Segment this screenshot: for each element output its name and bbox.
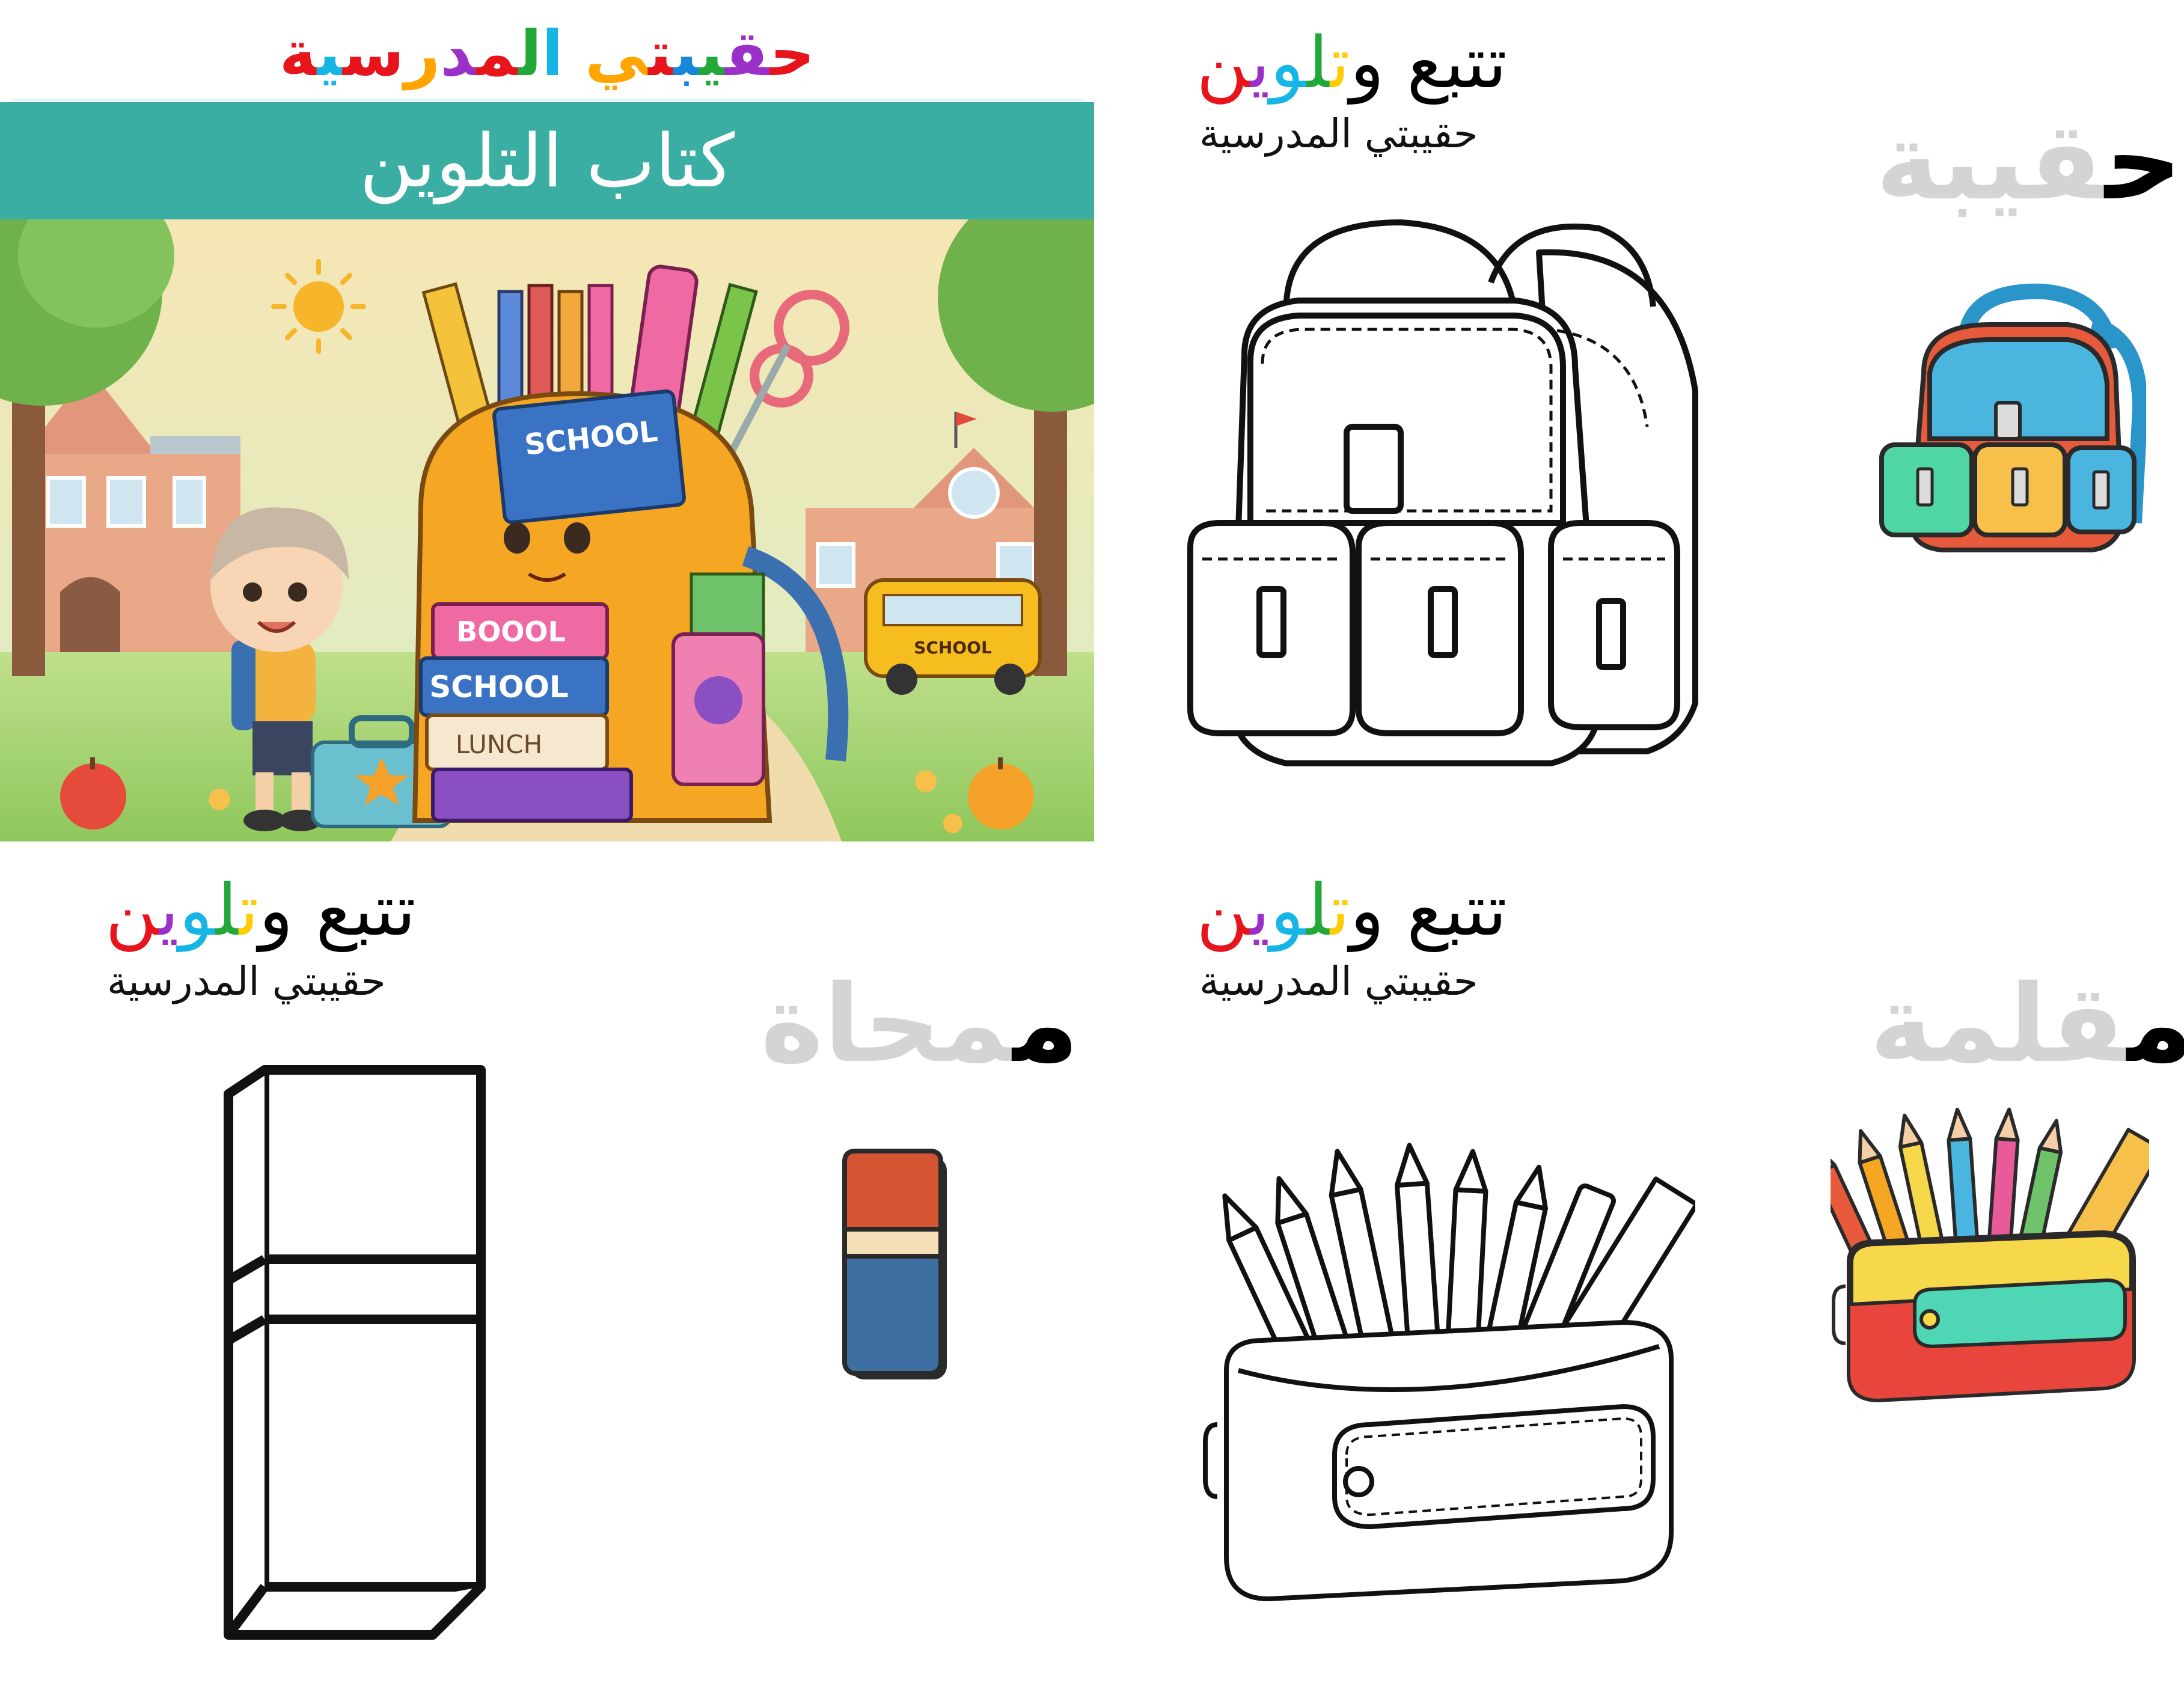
book-label-3: LUNCH: [456, 730, 542, 759]
heading-part: و: [1270, 21, 1307, 104]
trace-word-bag-rest: قيبة: [1876, 99, 2105, 224]
heading-part: و: [1270, 869, 1307, 951]
eraser-colored-icon: [842, 1149, 947, 1379]
pencil-case-colored-icon: [1831, 1107, 2149, 1402]
heading-part: ت: [1330, 869, 1350, 951]
heading-part: ي: [1250, 21, 1270, 104]
cover-title-letter: ب: [673, 17, 700, 90]
cover-title-letter: ا: [542, 17, 563, 90]
heading-part: ت: [1330, 21, 1350, 104]
cover-title-letter: ت: [648, 17, 674, 90]
heading-part: و: [179, 869, 216, 951]
eraser-outline: [224, 1065, 486, 1640]
heading-part: و: [258, 869, 316, 951]
bus-label: SCHOOL: [914, 638, 992, 658]
cover-illustration: SCHOOL SCHOOL BOOOL SCHOOL LUNCH: [0, 219, 1094, 841]
heading-part: ن: [105, 869, 159, 951]
trace-word-bag: حقيبة: [1876, 108, 2182, 215]
cover-title-letter: ي: [317, 17, 343, 90]
heading-part: ن: [1196, 21, 1250, 104]
heading-part: ل: [1306, 869, 1330, 951]
backpack-outline: [1187, 219, 1698, 766]
cover-title-letter: د: [440, 17, 477, 90]
trace-word-eraser-rest: محاة: [760, 962, 1013, 1086]
trace-word-pencil-case: مقلمة: [1870, 971, 2184, 1078]
trace-word-pencil-case-first-letter: م: [2127, 962, 2184, 1086]
heading-part: تتبع: [1407, 21, 1507, 104]
heading-part: ل: [1306, 21, 1330, 104]
cover-title-letter: م: [476, 17, 519, 90]
cover-title-letter: ق: [724, 17, 770, 90]
cover-title-letter: ر: [404, 17, 441, 90]
heading-part: تتبع: [1407, 869, 1507, 951]
pencil-case-outline: [1203, 1143, 1695, 1601]
cover-title-letter: [563, 17, 585, 90]
book-label-2: SCHOOL: [429, 670, 568, 704]
heading-part: ل: [215, 869, 239, 951]
worksheet-eraser-heading: تتبع وتلوين: [105, 875, 416, 945]
books-stack: BOOOL SCHOOL LUNCH: [419, 602, 633, 822]
trace-word-eraser-first-letter: م: [1012, 962, 1079, 1086]
cover-title-letter: ي: [699, 17, 725, 90]
heading-part: و: [1350, 869, 1407, 951]
worksheet-pencil-case-heading: تتبع وتلوين: [1196, 875, 1507, 945]
heading-part: ن: [1196, 869, 1250, 951]
book-label-1: BOOOL: [456, 615, 566, 648]
worksheet-bag-heading: تتبع وتلوين: [1196, 27, 1507, 98]
trace-word-pencil-case-rest: قلمة: [1870, 962, 2127, 1086]
cover-subtitle: كتاب التلوين: [359, 118, 735, 204]
cover-title: حقيبتي المدرسية: [280, 22, 815, 85]
cover-panel: حقيبتي المدرسية كتاب التلوين SCHOOL SCHO…: [0, 0, 1094, 841]
cover-subtitle-band: كتاب التلوين: [0, 102, 1094, 219]
cover-title-letter: ي: [585, 17, 649, 90]
school-bus: SCHOOL: [864, 578, 1042, 695]
cover-title-letter: ل: [518, 17, 542, 90]
trace-word-bag-first-letter: ح: [2105, 99, 2182, 224]
cover-title-bar: حقيبتي المدرسية: [11, 8, 1083, 100]
heading-part: تتبع: [316, 869, 416, 951]
heading-part: ي: [159, 869, 179, 951]
cover-title-letter: ة: [279, 17, 317, 90]
worksheet-eraser-subheading: حقيبتي المدرسية: [107, 958, 386, 1004]
cover-title-letter: س: [343, 17, 405, 90]
cover-title-letter: ح: [769, 17, 815, 90]
worksheet-pencil-case-subheading: حقيبتي المدرسية: [1199, 958, 1478, 1004]
trace-word-eraser: ممحاة: [760, 971, 1079, 1078]
backpack-colored-icon: [1879, 283, 2146, 552]
heading-part: و: [1350, 21, 1407, 104]
worksheet-bag-subheading: حقيبتي المدرسية: [1199, 111, 1478, 157]
heading-part: ت: [239, 869, 259, 951]
heading-part: ي: [1250, 869, 1270, 951]
